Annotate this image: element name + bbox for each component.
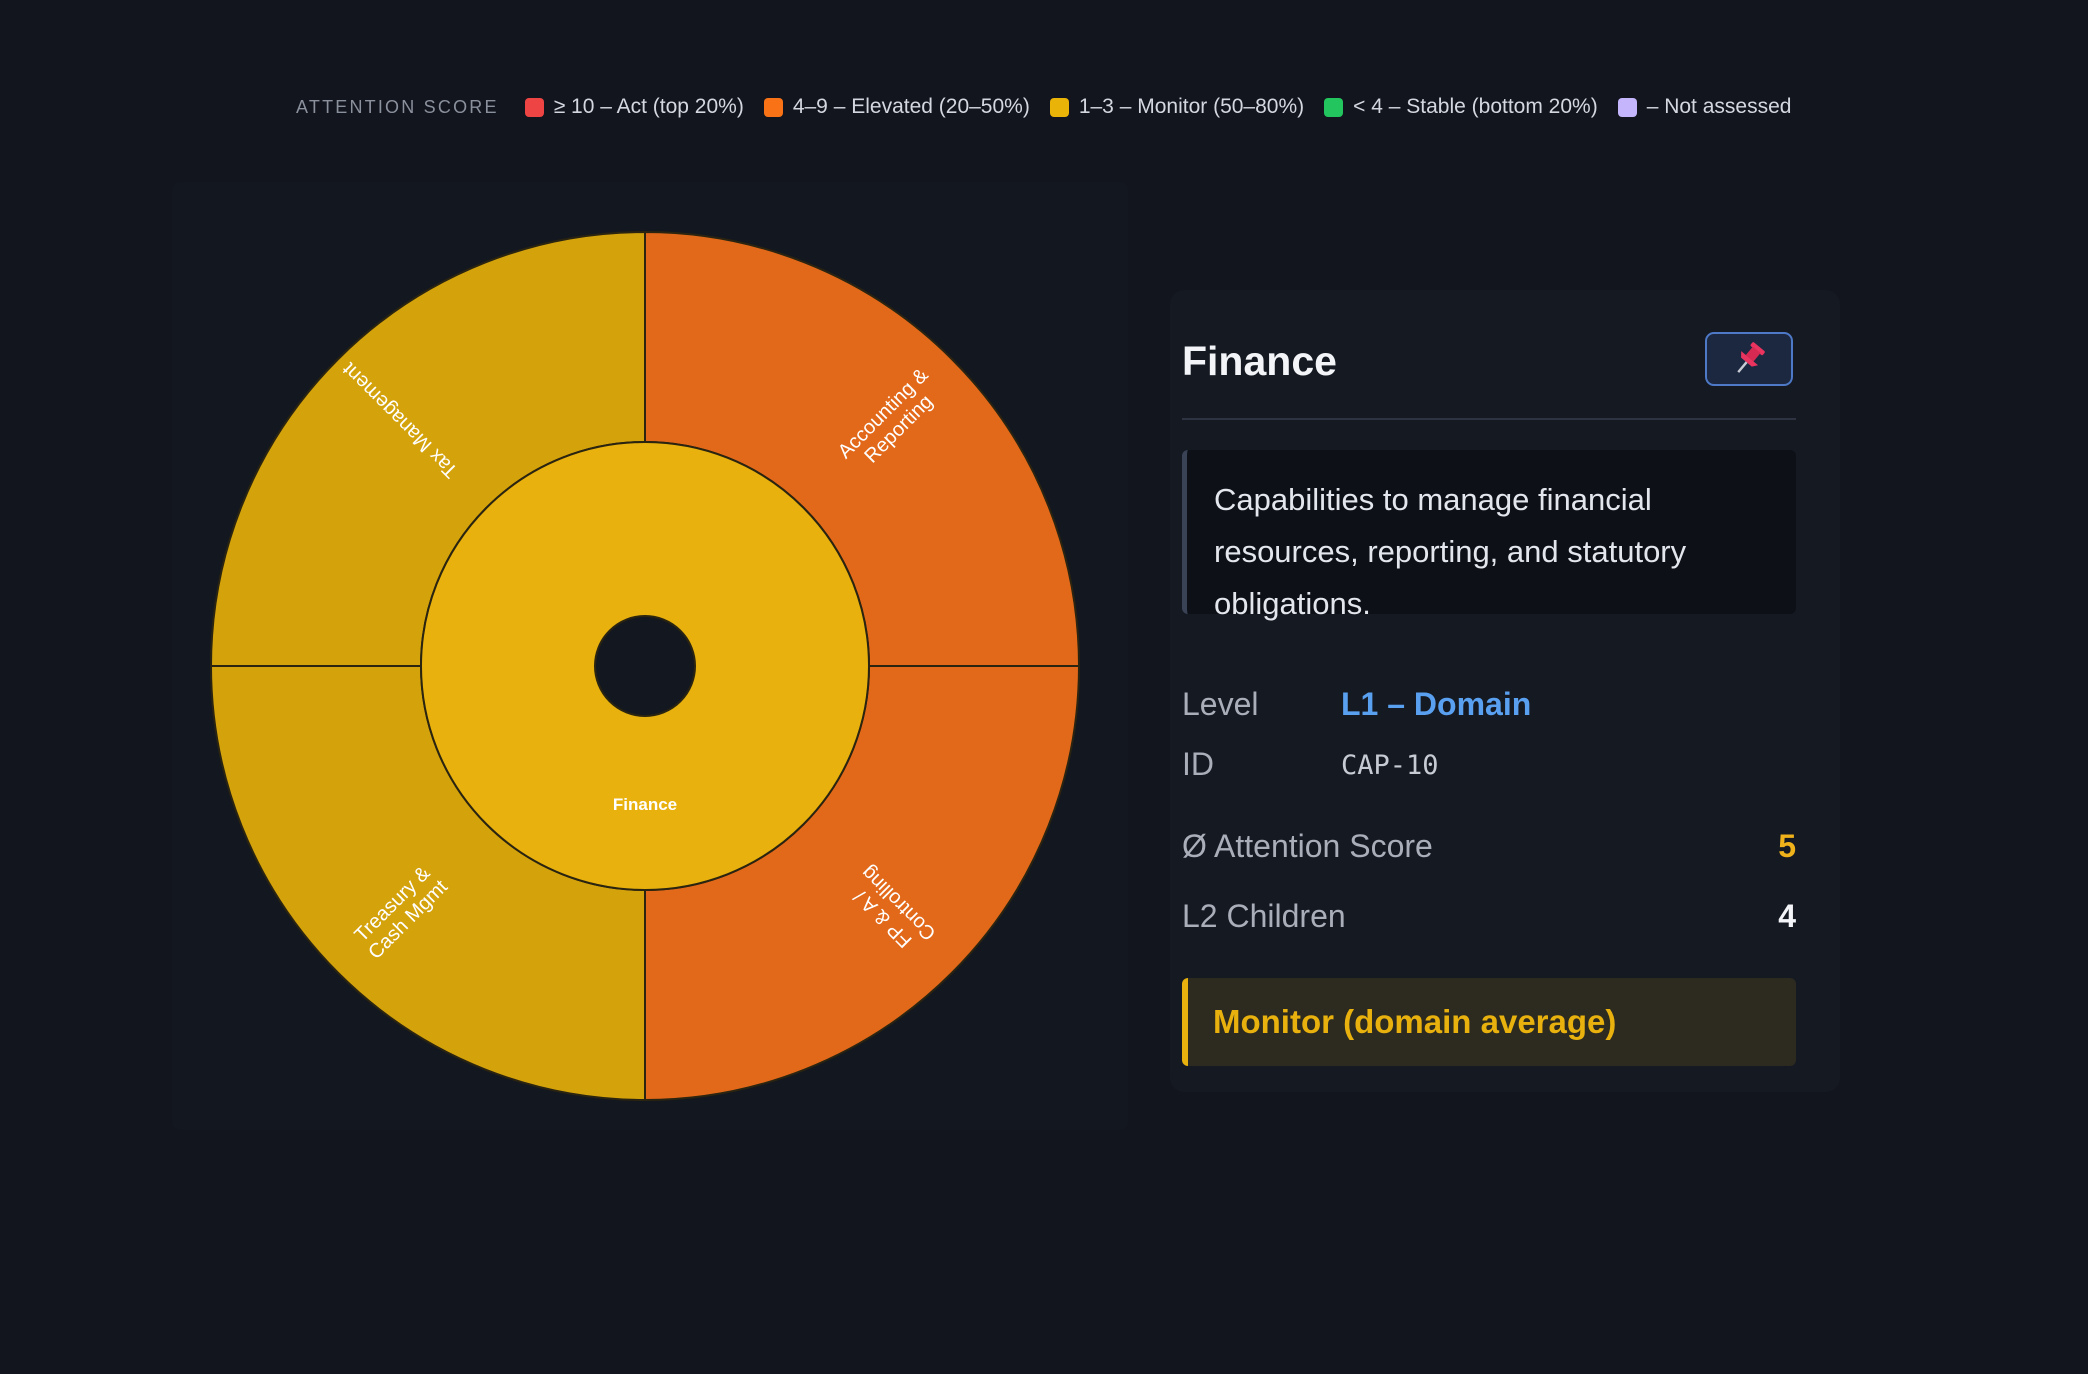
pin-button[interactable]: [1705, 332, 1793, 386]
legend-item: 1–3 – Monitor (50–80%): [1049, 95, 1305, 119]
legend-item: 4–9 – Elevated (20–50%): [763, 95, 1030, 119]
legend-swatch: [763, 97, 783, 117]
legend-items: ≥ 10 – Act (top 20%) 4–9 – Elevated (20–5…: [524, 95, 1812, 119]
root-label: Finance: [613, 795, 677, 814]
sunburst-chart-panel: Accounting &Reporting FP & A /Controlling…: [172, 182, 1128, 1130]
attention-score-legend: ATTENTION SCORE ≥ 10 – Act (top 20%) 4–9 …: [296, 90, 1811, 124]
level-row: Level L1 – Domain: [1182, 686, 1796, 723]
l2-children-value: 4: [1778, 898, 1796, 934]
pushpin-icon: [1737, 342, 1765, 373]
level-value: L1 – Domain: [1341, 686, 1532, 722]
id-value: CAP-10: [1341, 750, 1439, 781]
legend-item: < 4 – Stable (bottom 20%): [1324, 95, 1598, 119]
id-label: ID: [1182, 746, 1214, 782]
legend-swatch: [1324, 97, 1344, 117]
detail-title: Finance: [1182, 338, 1337, 384]
legend-swatch: [1617, 97, 1637, 117]
legend-swatch: [524, 97, 544, 117]
legend-item: ≥ 10 – Act (top 20%): [524, 95, 744, 119]
id-row: ID CAP-10: [1182, 746, 1796, 783]
description-box: Capabilities to manage financial resourc…: [1182, 450, 1796, 621]
legend-label: 4–9 – Elevated (20–50%): [792, 95, 1030, 118]
legend-swatch: [1049, 97, 1069, 117]
sunburst-root-ring[interactable]: [420, 441, 871, 891]
legend-label: – Not assessed: [1646, 95, 1792, 118]
l2-children-row: L2 Children 4: [1182, 898, 1796, 935]
legend-item: – Not assessed: [1617, 95, 1792, 119]
l2-children-label: L2 Children: [1182, 898, 1346, 934]
legend-title: ATTENTION SCORE: [296, 96, 499, 117]
legend-label: 1–3 – Monitor (50–80%): [1078, 95, 1305, 118]
legend-label: ≥ 10 – Act (top 20%): [553, 95, 744, 118]
attention-score-value: 5: [1778, 828, 1796, 864]
status-banner: Monitor (domain average): [1182, 978, 1796, 1066]
attention-score-row: Ø Attention Score 5: [1182, 828, 1796, 865]
sunburst-chart: Accounting &ReportingFP & A /Controlling…: [209, 230, 1081, 1102]
level-label: Level: [1182, 686, 1259, 722]
divider: [1182, 418, 1796, 420]
legend-label: < 4 – Stable (bottom 20%): [1353, 95, 1598, 118]
detail-card: Finance Capabilities to manage financial…: [1170, 290, 1840, 1092]
attention-score-label: Ø Attention Score: [1182, 828, 1433, 864]
